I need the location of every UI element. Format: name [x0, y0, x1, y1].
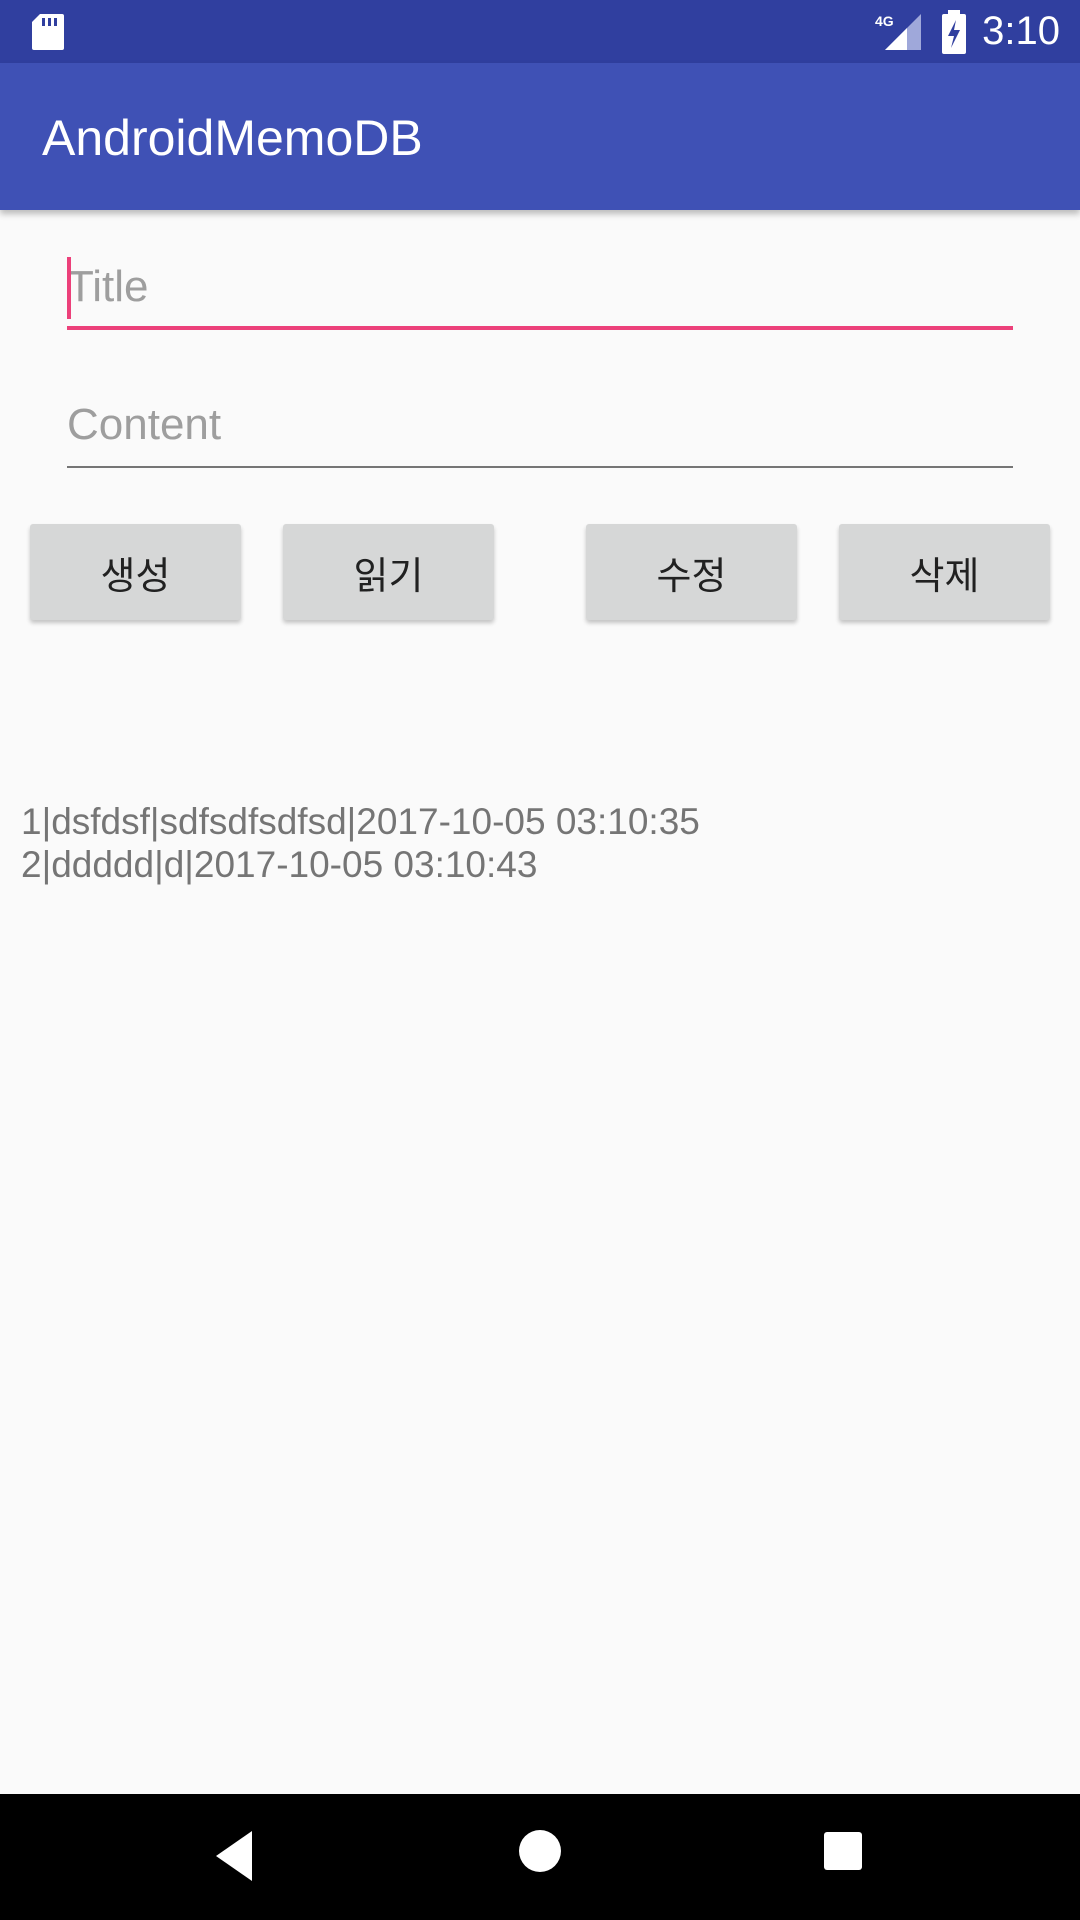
update-button[interactable]: 수정 [586, 524, 797, 620]
content-input[interactable] [67, 388, 1013, 462]
app-title: AndroidMemoDB [42, 110, 423, 166]
recents-icon[interactable] [822, 1830, 864, 1872]
app-bar: AndroidMemoDB [0, 63, 1080, 210]
content-underline [67, 466, 1013, 468]
text-cursor [67, 257, 71, 319]
read-button[interactable]: 읽기 [283, 524, 494, 620]
create-button[interactable]: 생성 [30, 524, 241, 620]
title-input[interactable] [67, 250, 1013, 324]
content-field[interactable] [67, 388, 1013, 468]
result-line: 2|ddddd|d|2017-10-05 03:10:43 [21, 844, 538, 885]
navigation-bar [0, 1794, 1080, 1920]
sd-card-icon [32, 14, 64, 50]
battery-charging-icon [942, 10, 966, 54]
result-line: 1|dsfdsf|sdfsdfsdfsd|2017-10-05 03:10:35 [21, 801, 700, 842]
title-field[interactable] [67, 250, 1013, 330]
status-clock: 3:10 [982, 9, 1060, 53]
title-underline [67, 326, 1013, 330]
network-type-label: 4G [875, 13, 894, 29]
signal-icon: 4G [875, 13, 921, 50]
back-icon[interactable] [212, 1827, 256, 1885]
status-bar: 4G 3:10 [0, 0, 1080, 63]
delete-button[interactable]: 삭제 [839, 524, 1050, 620]
home-icon[interactable] [516, 1827, 564, 1875]
results-text: 1|dsfdsf|sdfsdfsdfsd|2017-10-05 03:10:35… [21, 800, 700, 886]
